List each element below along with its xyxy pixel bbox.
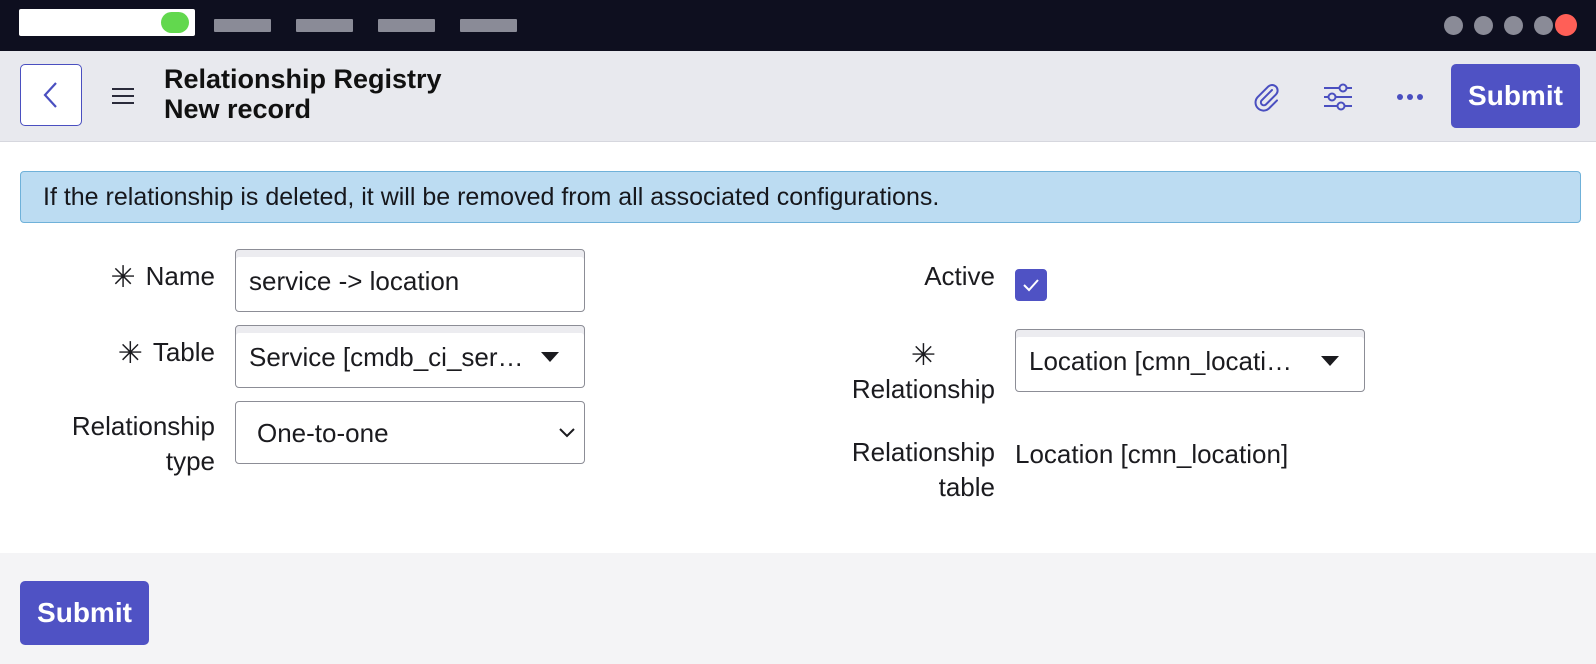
relationship-label: ✳ Relationship [852, 340, 995, 407]
table-reference-field[interactable]: Service [cmdb_ci_ser… [235, 325, 585, 388]
relationship-type-select[interactable]: One-to-one [235, 401, 585, 464]
name-label: ✳ Name [111, 259, 216, 295]
relationship-type-value: One-to-one [257, 418, 389, 448]
table-label: ✳ Table [118, 335, 215, 371]
sliders-icon [1324, 83, 1352, 111]
attachment-button[interactable] [1246, 77, 1286, 117]
window-close-button[interactable] [1555, 14, 1577, 36]
personalize-form-button[interactable] [1318, 77, 1358, 117]
window-control[interactable] [1474, 16, 1493, 35]
window-control[interactable] [1534, 16, 1553, 35]
caret-down-icon[interactable] [1321, 355, 1339, 366]
table-field-value: Service [cmdb_ci_ser… [249, 342, 524, 372]
table-label-text: Table [152, 337, 215, 367]
page-title-record: New record [164, 94, 312, 124]
caret-down-icon[interactable] [541, 351, 559, 362]
paperclip-icon [1254, 84, 1279, 112]
page-title-table: Relationship Registry [164, 64, 442, 94]
nav-item-placeholder[interactable] [378, 19, 435, 32]
window-control[interactable] [1444, 16, 1463, 35]
name-input-value: service -> location [249, 266, 460, 296]
nav-item-placeholder[interactable] [214, 19, 271, 32]
relationship-table-label-line1: Relationship [851, 437, 995, 467]
chevron-left-icon [43, 82, 57, 108]
record-header: Relationship Registry New record Submit [0, 51, 1596, 142]
back-button[interactable] [20, 64, 82, 126]
hamburger-menu-icon [112, 88, 134, 104]
relationship-field-value: Location [cmn_locati… [1029, 346, 1293, 376]
ellipsis-icon [1397, 94, 1423, 100]
relationship-table-label-line2: table [938, 472, 995, 502]
chevron-down-icon [559, 427, 575, 437]
window-control[interactable] [1504, 16, 1523, 35]
asterisk-icon: ✳ [117, 337, 143, 370]
nav-item-placeholder[interactable] [296, 19, 353, 32]
asterisk-icon: ✳ [910, 339, 937, 372]
record-form: If the relationship is deleted, it will … [0, 142, 1596, 553]
relationship-reference-field[interactable]: Location [cmn_locati… [1015, 329, 1365, 392]
active-label: Active [924, 261, 995, 291]
checkmark-icon [1023, 279, 1039, 292]
relationship-type-label-line1: Relationship [71, 411, 215, 441]
more-options-button[interactable] [1390, 77, 1430, 117]
hamburger-menu-button[interactable] [106, 79, 140, 113]
relationship-type-label-line2: type [165, 446, 215, 476]
relationship-table-value: Location [cmn_location] [1015, 439, 1289, 469]
name-input[interactable]: service -> location [235, 249, 585, 312]
status-indicator [161, 12, 189, 33]
relationship-type-label: Relationship type [72, 409, 215, 479]
name-label-text: Name [145, 261, 215, 291]
relationship-label-text: Relationship [851, 374, 995, 404]
asterisk-icon: ✳ [110, 261, 136, 294]
system-top-bar [0, 0, 1596, 51]
header-submit-button[interactable]: Submit [1451, 64, 1580, 128]
active-checkbox[interactable] [1015, 269, 1047, 301]
page-title: Relationship Registry New record [164, 64, 442, 124]
info-banner: If the relationship is deleted, it will … [20, 171, 1581, 223]
nav-item-placeholder[interactable] [460, 19, 517, 32]
footer-submit-button[interactable]: Submit [20, 581, 149, 645]
relationship-table-label: Relationship table [852, 435, 995, 505]
